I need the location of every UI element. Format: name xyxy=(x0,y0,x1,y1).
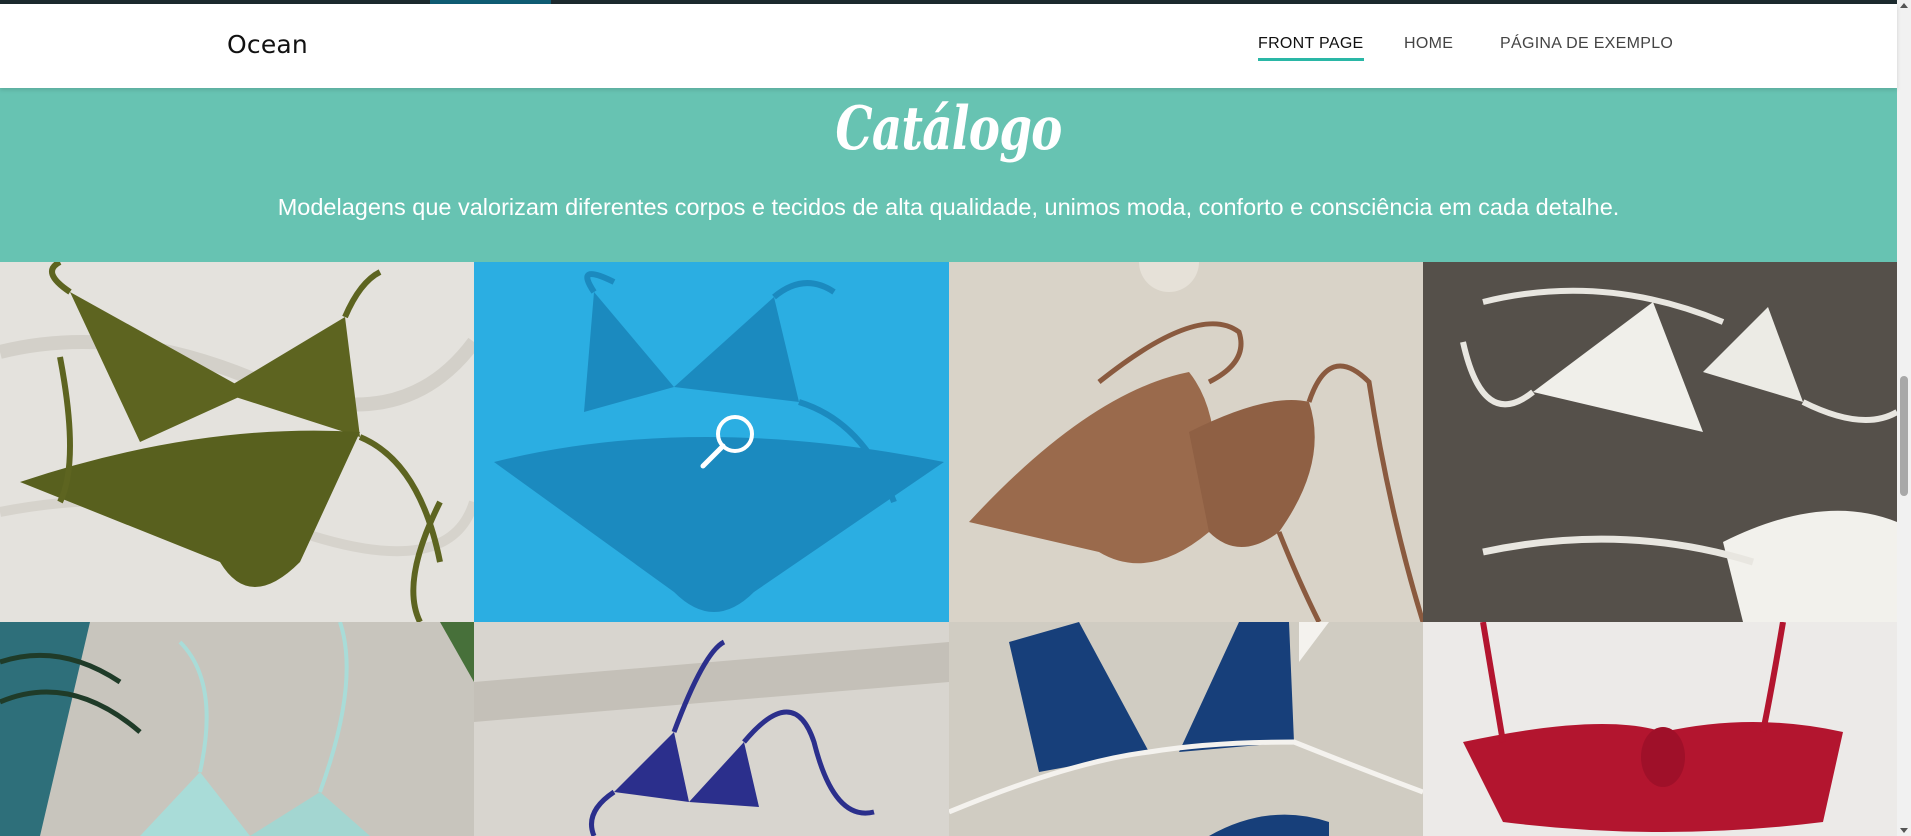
gallery-item-white-bikini[interactable] xyxy=(1423,262,1897,622)
site-logo[interactable]: Ocean xyxy=(227,30,308,59)
nav-home[interactable]: HOME xyxy=(1404,35,1453,53)
gallery-item-olive-bikini[interactable] xyxy=(0,262,474,622)
red-bandeau-bikini-photo xyxy=(1423,622,1897,836)
olive-bikini-photo xyxy=(0,262,474,622)
nav-front-page[interactable]: FRONT PAGE xyxy=(1258,35,1364,61)
mint-bikini-photo xyxy=(0,622,474,836)
scroll-down-arrow-icon[interactable] xyxy=(1900,828,1908,833)
nav-pagina-de-exemplo[interactable]: PÁGINA DE EXEMPLO xyxy=(1500,35,1673,53)
site-header: Ocean FRONT PAGE HOME PÁGINA DE EXEMPLO xyxy=(0,4,1897,88)
gallery-item-red-bandeau-bikini[interactable] xyxy=(1423,622,1897,836)
catalog-hero: Catálogo Modelagens que valorizam difere… xyxy=(0,88,1897,262)
hero-subtitle: Modelagens que valorizam diferentes corp… xyxy=(277,194,1620,220)
hero-title: Catálogo xyxy=(835,94,1062,164)
scrollbar-thumb[interactable] xyxy=(1900,376,1908,496)
gallery-item-navy-string-bikini[interactable] xyxy=(474,622,949,836)
gallery-item-blue-bikini[interactable] xyxy=(474,262,949,622)
magnifier-icon[interactable] xyxy=(699,410,759,470)
catalog-gallery xyxy=(0,262,1897,836)
white-bikini-photo xyxy=(1423,262,1897,622)
gallery-item-navy-triangle-bikini[interactable] xyxy=(949,622,1423,836)
navy-triangle-bikini-photo xyxy=(949,622,1423,836)
navy-string-bikini-photo xyxy=(474,622,949,836)
page-scrollbar[interactable] xyxy=(1897,0,1911,836)
gallery-item-bronze-bikini[interactable] xyxy=(949,262,1423,622)
bronze-bikini-photo xyxy=(949,262,1423,622)
scroll-up-arrow-icon[interactable] xyxy=(1900,3,1908,8)
gallery-item-mint-bikini[interactable] xyxy=(0,622,474,836)
